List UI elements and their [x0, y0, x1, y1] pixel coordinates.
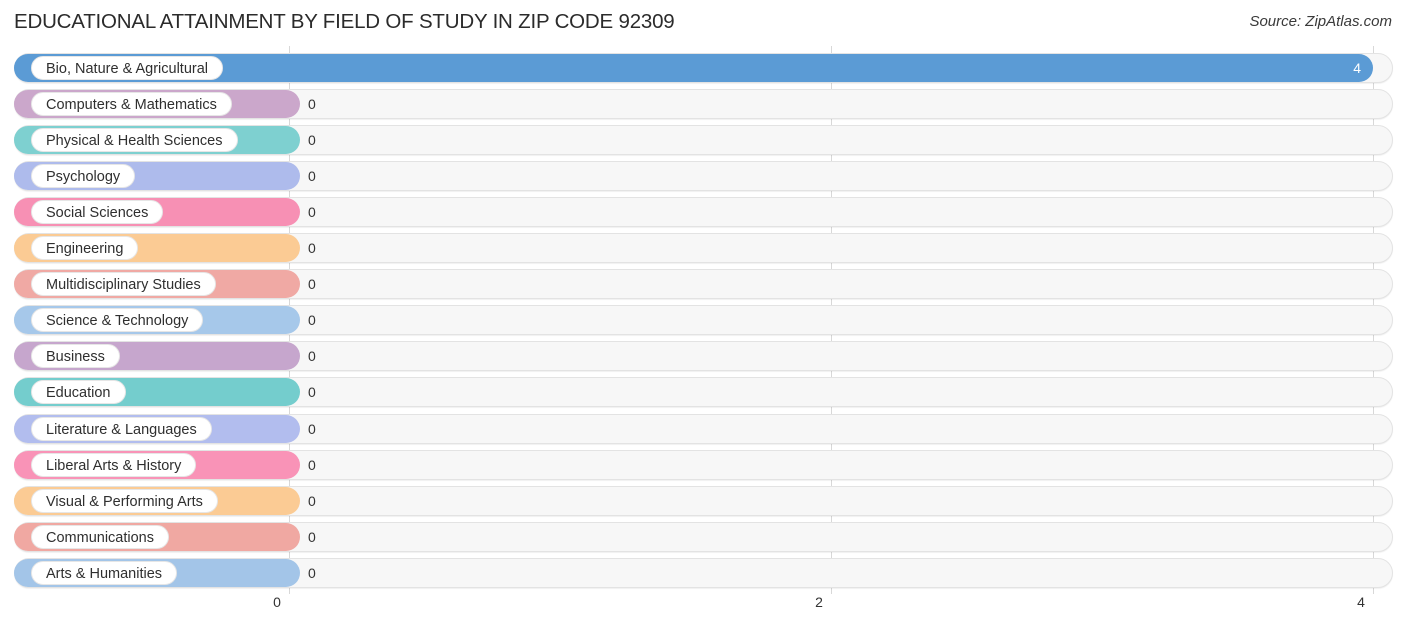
- bar-value-label: 0: [308, 384, 316, 401]
- bar-row[interactable]: 0 Arts & Humanities: [14, 557, 1393, 588]
- bar-value-label: 0: [308, 492, 316, 509]
- category-label: Psychology: [31, 164, 136, 189]
- category-label: Business: [31, 344, 120, 369]
- category-label: Science & Technology: [31, 308, 204, 333]
- bar-row[interactable]: 0 Social Sciences: [14, 197, 1393, 228]
- category-label: Physical & Health Sciences: [31, 128, 238, 153]
- bar-value-label: 0: [308, 168, 316, 185]
- category-label: Engineering: [31, 236, 139, 261]
- bar-row[interactable]: 0 Multidisciplinary Studies: [14, 269, 1393, 300]
- bar-value-label: 4: [1353, 60, 1361, 76]
- bar-value-label: 0: [308, 348, 316, 365]
- category-label: Liberal Arts & History: [31, 452, 197, 477]
- category-label: Arts & Humanities: [31, 560, 178, 585]
- bar-row[interactable]: 0 Psychology: [14, 161, 1393, 192]
- category-label: Social Sciences: [31, 200, 164, 225]
- bar-row[interactable]: 0 Literature & Languages: [14, 413, 1393, 444]
- x-tick-label: 4: [1357, 594, 1365, 610]
- bar-value-label: 0: [308, 528, 316, 545]
- x-axis: 0 2 4: [0, 594, 1406, 632]
- bar-value-label: 0: [308, 456, 316, 473]
- bar-value-label: 0: [308, 132, 316, 149]
- bar-value-label: 0: [308, 564, 316, 581]
- bar-value-label: 0: [308, 312, 316, 329]
- source-attribution: Source: ZipAtlas.com: [1249, 13, 1392, 30]
- bar-value-label: 0: [308, 276, 316, 293]
- chart-header: EDUCATIONAL ATTAINMENT BY FIELD OF STUDY…: [0, 0, 1406, 46]
- bar-row[interactable]: 0 Visual & Performing Arts: [14, 485, 1393, 516]
- bar-row[interactable]: 0 Engineering: [14, 233, 1393, 264]
- bar-row[interactable]: 0 Education: [14, 377, 1393, 408]
- x-tick-label: 0: [273, 594, 281, 610]
- bar-row[interactable]: 4 Bio, Nature & Agricultural: [14, 53, 1393, 83]
- category-label: Multidisciplinary Studies: [31, 272, 216, 297]
- bar-value-label: 0: [308, 420, 316, 437]
- category-label: Computers & Mathematics: [31, 92, 232, 117]
- bar-value-label: 0: [308, 204, 316, 221]
- bar-row[interactable]: 0 Business: [14, 341, 1393, 372]
- chart-page: EDUCATIONAL ATTAINMENT BY FIELD OF STUDY…: [0, 0, 1406, 632]
- category-label: Visual & Performing Arts: [31, 488, 218, 513]
- category-label: Education: [31, 380, 126, 405]
- page-title: EDUCATIONAL ATTAINMENT BY FIELD OF STUDY…: [14, 10, 675, 33]
- x-tick-label: 2: [815, 594, 823, 610]
- bar-row[interactable]: 0 Science & Technology: [14, 305, 1393, 336]
- bar-row[interactable]: 0 Communications: [14, 521, 1393, 552]
- bar-row[interactable]: 0 Liberal Arts & History: [14, 449, 1393, 480]
- bar-row[interactable]: 0 Physical & Health Sciences: [14, 125, 1393, 156]
- bar-value-label: 0: [308, 240, 316, 257]
- plot-area: 4 Bio, Nature & Agricultural 0 Computers & …: [0, 46, 1406, 594]
- category-label: Communications: [31, 524, 169, 549]
- bar-rows: 4 Bio, Nature & Agricultural 0 Computers & …: [0, 46, 1406, 594]
- category-label: Bio, Nature & Agricultural: [31, 56, 223, 80]
- bar-row[interactable]: 0 Computers & Mathematics: [14, 89, 1393, 120]
- category-label: Literature & Languages: [31, 416, 212, 441]
- bar-value-label: 0: [308, 96, 316, 113]
